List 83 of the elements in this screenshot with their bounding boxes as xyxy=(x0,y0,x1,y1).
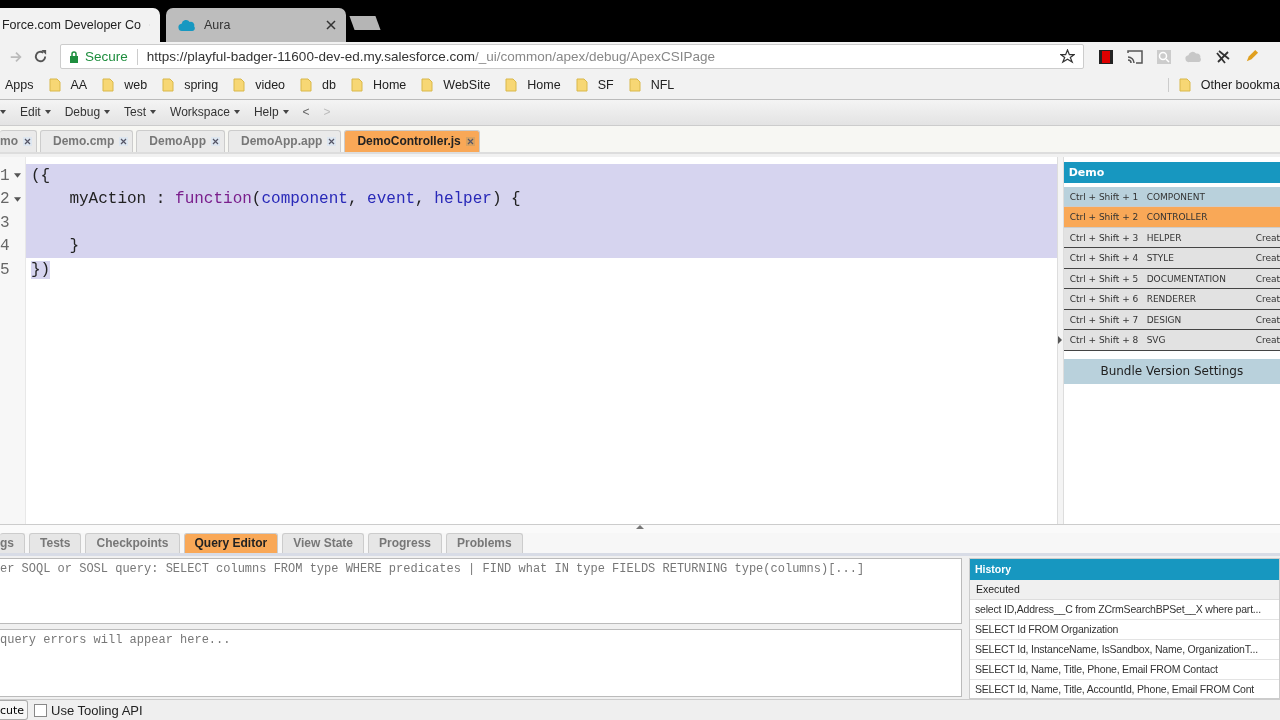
address-field[interactable]: Secure https://playful-badger-11600-dev-ed.my.salesforce.com/_ui/common/apex/debug/ApexCSIPage xyxy=(60,44,1084,70)
panel-tab[interactable]: Query Editor xyxy=(183,533,279,553)
line-number: 4 xyxy=(0,237,10,256)
star-icon[interactable] xyxy=(1060,49,1075,65)
file-tab[interactable]: mo xyxy=(0,129,37,152)
bookmark[interactable]: Home xyxy=(350,78,407,93)
panel-tab[interactable]: Checkpoints xyxy=(85,533,180,553)
history-row[interactable]: select ID,Address__C from ZCrmSearchBPSet__X where part... xyxy=(970,600,1279,620)
bookmark[interactable]: WebSite xyxy=(421,78,491,93)
history-row[interactable]: SELECT Id, InstanceName, IsSandbox, Name, OrganizationT... xyxy=(970,640,1279,660)
cast-icon[interactable] xyxy=(1127,48,1143,65)
bundle-row[interactable]: Ctrl + Shift + 2 CONTROLLER xyxy=(1063,207,1280,228)
bookmark[interactable]: Apps xyxy=(5,78,34,93)
caret-icon xyxy=(233,110,240,115)
folder-icon xyxy=(628,78,641,93)
bookmark[interactable]: SF xyxy=(575,78,614,93)
caret-icon xyxy=(282,110,289,115)
browser-tab[interactable]: Force.com Developer Co xyxy=(0,8,160,42)
menu-item[interactable]: Debug xyxy=(64,105,111,120)
panel-header: Demo xyxy=(1063,161,1280,183)
folder-icon xyxy=(48,78,61,93)
bundle-row[interactable]: Ctrl + Shift + 8 SVG Creat xyxy=(1063,330,1280,351)
menu-item[interactable]: Edit xyxy=(20,105,51,120)
menu-item[interactable]: Workspace xyxy=(170,105,240,120)
folder-icon xyxy=(421,78,434,93)
line-number: 5 xyxy=(0,260,10,279)
query-field[interactable]: er SOQL or SOSL query: SELECT columns FROM type WHERE predicates | FIND what IN type FIELDS RETURNING type(columns)[...] xyxy=(0,558,962,624)
line-number: 3 xyxy=(0,213,10,232)
folder-icon xyxy=(233,78,246,93)
panel-tab[interactable]: Progress xyxy=(368,533,443,553)
bookmark[interactable]: NFL xyxy=(628,78,675,93)
folder-icon xyxy=(300,78,313,93)
bundle-row[interactable]: Ctrl + Shift + 4 STYLE Creat xyxy=(1063,248,1280,269)
bundle-row[interactable]: Ctrl + Shift + 1 COMPONENT xyxy=(1063,186,1280,208)
bookmark[interactable]: Home xyxy=(505,78,561,93)
caret-icon xyxy=(104,110,111,115)
folder-icon xyxy=(1178,78,1191,93)
file-tab[interactable]: DemoApp.app xyxy=(228,129,342,152)
history-row[interactable]: SELECT Id, Name, Title, Phone, Email FROM Contact xyxy=(970,660,1279,680)
file-tab[interactable]: Demo.cmp xyxy=(40,129,134,152)
caret-icon xyxy=(150,110,157,115)
fold-icon[interactable] xyxy=(13,196,21,202)
caret-icon xyxy=(44,110,51,115)
caret-icon[interactable] xyxy=(0,110,6,115)
folder-icon xyxy=(575,78,588,93)
cloud-icon xyxy=(178,18,196,32)
bookmark[interactable]: Other bookma xyxy=(1167,78,1280,93)
back-link[interactable]: < xyxy=(302,105,310,120)
panel-tab[interactable]: Problems xyxy=(446,533,523,553)
folder-icon xyxy=(350,78,363,93)
column-header: Executed xyxy=(970,580,1279,600)
history-row[interactable]: SELECT Id FROM Organization xyxy=(970,620,1279,640)
menu-item[interactable]: Help xyxy=(253,105,289,120)
browser-tab[interactable]: Aura xyxy=(166,8,346,42)
bookmark[interactable]: AA xyxy=(48,78,88,93)
lock-icon xyxy=(69,50,79,63)
panel-tab[interactable]: Tests xyxy=(29,533,82,553)
fold-icon[interactable] xyxy=(13,173,21,179)
bookmark[interactable]: video xyxy=(233,78,286,93)
new-tab-button[interactable] xyxy=(349,16,381,30)
execute-button[interactable]: cute xyxy=(0,700,29,720)
menu-item[interactable]: Test xyxy=(124,105,157,120)
tools-icon[interactable] xyxy=(1215,48,1231,65)
folder-icon xyxy=(505,78,518,93)
bundle-version-settings-button[interactable]: Bundle Version Settings xyxy=(1063,358,1280,384)
bookmark[interactable]: db xyxy=(300,78,336,93)
line-number: 2 xyxy=(0,190,10,209)
panel-tab[interactable]: gs xyxy=(0,533,25,553)
panel-header: History xyxy=(970,559,1279,580)
line-number: 1 xyxy=(0,166,10,185)
errors-field[interactable]: query errors will appear here... xyxy=(0,629,962,697)
folder-icon xyxy=(102,78,115,93)
checkbox[interactable] xyxy=(34,703,48,717)
bookmark[interactable]: spring xyxy=(162,78,219,93)
bookmark[interactable]: web xyxy=(102,78,148,93)
panel-tab[interactable]: View State xyxy=(282,533,364,553)
reload-icon[interactable] xyxy=(33,49,48,65)
folder-icon xyxy=(162,78,175,93)
file-tab[interactable]: DemoApp xyxy=(136,129,226,152)
film-icon[interactable] xyxy=(1098,48,1114,65)
checkbox-label: Use Tooling API xyxy=(51,702,143,718)
bundle-row[interactable]: Ctrl + Shift + 6 RENDERER Creat xyxy=(1063,289,1280,310)
file-tab[interactable]: DemoController.js xyxy=(344,129,480,152)
